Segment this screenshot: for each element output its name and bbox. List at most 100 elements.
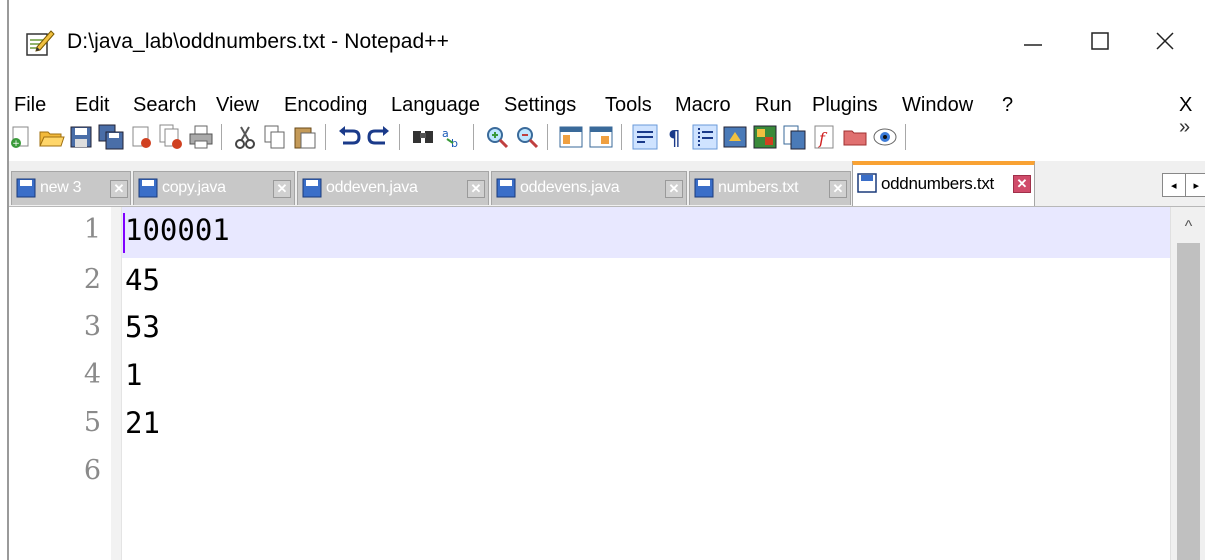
code-line: 45 <box>125 263 160 297</box>
menu-window[interactable]: Window <box>902 90 973 120</box>
window-title: D:\java_lab\oddnumbers.txt - Notepad++ <box>67 30 450 53</box>
saved-floppy-icon <box>694 178 714 198</box>
paste-icon[interactable] <box>291 123 319 151</box>
close-window-button[interactable] <box>1135 18 1195 64</box>
maximize-button[interactable] <box>1070 18 1130 64</box>
show-all-chars-icon[interactable]: ¶ <box>661 123 689 151</box>
tab-numbers-txt[interactable]: numbers.txt ✕ <box>689 171 851 205</box>
tab-copy-java[interactable]: copy.java ✕ <box>133 171 295 205</box>
menu-bar: File Edit Search View Encoding Language … <box>9 90 1205 120</box>
new-file-icon[interactable]: + <box>7 123 35 151</box>
line-number: 4 <box>83 359 101 390</box>
menu-settings[interactable]: Settings <box>504 90 576 120</box>
minimize-button[interactable] <box>1003 18 1063 64</box>
open-file-icon[interactable] <box>37 123 65 151</box>
line-number: 2 <box>83 264 101 295</box>
tab-close-button[interactable]: ✕ <box>273 180 291 198</box>
tab-new-3[interactable]: new 3 ✕ <box>11 171 131 205</box>
code-line: 21 <box>125 406 160 440</box>
menu-macro[interactable]: Macro <box>675 90 731 120</box>
function-list-icon[interactable]: f <box>811 123 839 151</box>
print-icon[interactable] <box>187 123 215 151</box>
tab-close-button[interactable]: ✕ <box>829 180 847 198</box>
copy-icon[interactable] <box>261 123 289 151</box>
menu-encoding[interactable]: Encoding <box>284 90 367 120</box>
monitoring-icon[interactable] <box>871 123 899 151</box>
tab-scroll-right-button[interactable]: ▸ <box>1184 174 1205 196</box>
udl-icon[interactable] <box>721 123 749 151</box>
scrollbar-thumb[interactable] <box>1177 243 1200 560</box>
menu-search[interactable]: Search <box>133 90 196 120</box>
close-file-icon[interactable] <box>127 123 155 151</box>
line-number: 1 <box>83 214 101 245</box>
menu-run[interactable]: Run <box>755 90 792 120</box>
editor[interactable]: 1 2 3 4 5 6 100001 45 53 1 21 ^ <box>9 207 1205 560</box>
current-line-highlight <box>122 207 1170 258</box>
tab-label: copy.java <box>162 179 226 196</box>
tab-bar: new 3 ✕ copy.java ✕ oddeven.java ✕ oddev… <box>9 161 1205 207</box>
menu-plugins[interactable]: Plugins <box>812 90 878 120</box>
sync-horizontal-icon[interactable] <box>587 123 615 151</box>
menu-help[interactable]: ? <box>1002 90 1013 120</box>
save-icon[interactable] <box>67 123 95 151</box>
title-bar: D:\java_lab\oddnumbers.txt - Notepad++ <box>9 0 1205 86</box>
vertical-scrollbar[interactable]: ^ <box>1170 207 1205 560</box>
folder-workspace-icon[interactable] <box>841 123 869 151</box>
line-number-gutter: 1 2 3 4 5 6 <box>9 207 122 560</box>
saved-floppy-icon <box>496 178 516 198</box>
code-line: 53 <box>125 310 160 344</box>
zoom-out-icon[interactable] <box>513 123 541 151</box>
replace-icon[interactable]: ab <box>439 123 467 151</box>
minimize-icon <box>1024 44 1042 46</box>
tab-label: oddnumbers.txt <box>881 174 994 193</box>
code-line: 1 <box>125 358 143 392</box>
tab-close-button[interactable]: ✕ <box>1013 175 1031 193</box>
line-number: 5 <box>83 407 101 438</box>
doc-list-icon[interactable] <box>781 123 809 151</box>
tab-close-button[interactable]: ✕ <box>665 180 683 198</box>
saved-floppy-icon <box>138 178 158 198</box>
tab-oddnumbers-txt[interactable]: oddnumbers.txt ✕ <box>852 161 1035 206</box>
menu-file[interactable]: File <box>14 90 46 120</box>
tab-oddeven-java[interactable]: oddeven.java ✕ <box>297 171 489 205</box>
toolbar-overflow-button[interactable]: » <box>1179 116 1190 139</box>
toolbar-separator <box>325 124 326 150</box>
maximize-icon <box>1091 32 1109 50</box>
menu-tools[interactable]: Tools <box>605 90 652 120</box>
close-all-icon[interactable] <box>157 123 185 151</box>
saved-floppy-icon <box>16 178 36 198</box>
find-icon[interactable] <box>409 123 437 151</box>
tab-label: numbers.txt <box>718 179 799 196</box>
redo-icon[interactable] <box>365 123 393 151</box>
save-all-icon[interactable] <box>97 123 125 151</box>
menu-edit[interactable]: Edit <box>75 90 109 120</box>
word-wrap-icon[interactable] <box>631 123 659 151</box>
scroll-up-button[interactable]: ^ <box>1171 215 1205 239</box>
saved-floppy-icon <box>302 178 322 198</box>
tab-close-button[interactable]: ✕ <box>110 180 128 198</box>
tab-scroll-left-button[interactable]: ◂ <box>1163 174 1185 196</box>
undo-icon[interactable] <box>335 123 363 151</box>
svg-text:+: + <box>12 139 20 149</box>
toolbar: + ab ¶ f » <box>7 116 1205 158</box>
toolbar-separator <box>399 124 400 150</box>
saved-floppy-icon <box>857 173 877 193</box>
tab-label: oddeven.java <box>326 179 418 196</box>
sync-vertical-icon[interactable] <box>557 123 585 151</box>
tab-label: oddevens.java <box>520 179 620 196</box>
menu-language[interactable]: Language <box>391 90 480 120</box>
doc-map-icon[interactable] <box>751 123 779 151</box>
menu-view[interactable]: View <box>216 90 259 120</box>
toolbar-separator <box>905 124 906 150</box>
tab-label: new 3 <box>40 179 82 196</box>
tab-oddevens-java[interactable]: oddevens.java ✕ <box>491 171 687 205</box>
cut-icon[interactable] <box>231 123 259 151</box>
toolbar-separator <box>621 124 622 150</box>
svg-text:a: a <box>442 127 449 140</box>
toolbar-separator <box>547 124 548 150</box>
zoom-in-icon[interactable] <box>483 123 511 151</box>
svg-text:¶: ¶ <box>668 126 681 150</box>
tab-close-button[interactable]: ✕ <box>467 180 485 198</box>
notepad-plus-plus-icon <box>26 30 55 56</box>
indent-guide-icon[interactable] <box>691 123 719 151</box>
